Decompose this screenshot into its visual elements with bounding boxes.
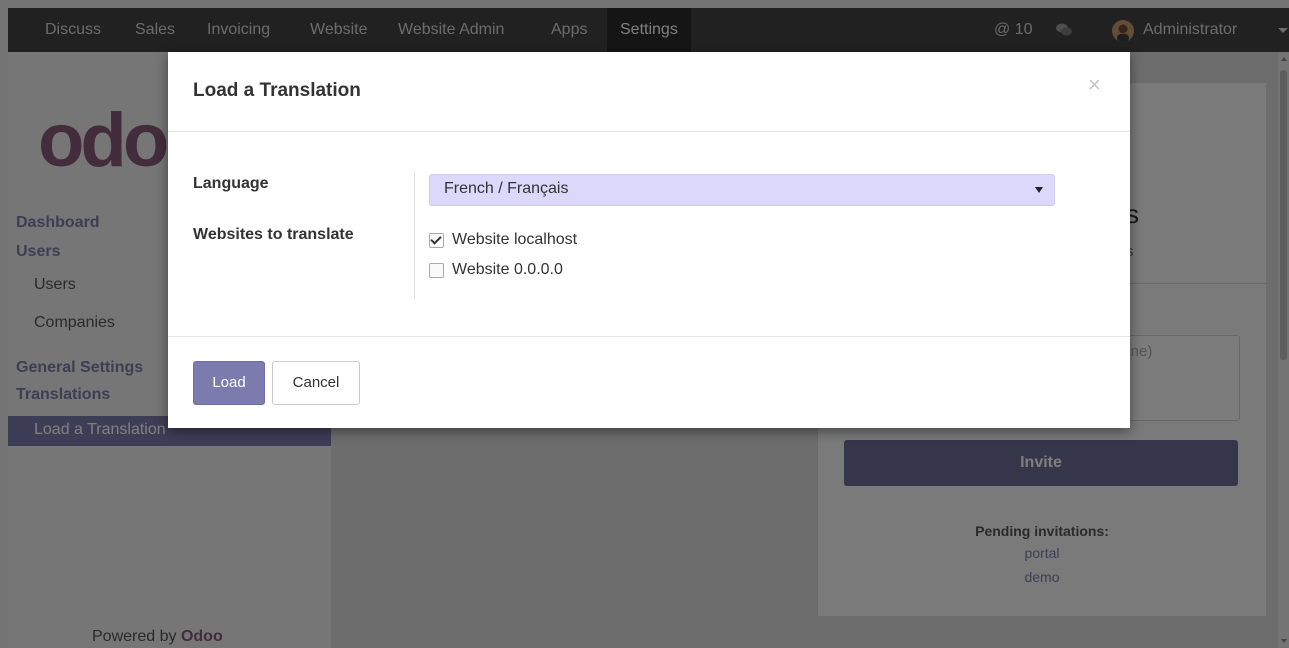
- dialog-footer-divider: [168, 336, 1130, 337]
- language-label: Language: [193, 175, 269, 192]
- dialog-header-divider: [168, 131, 1130, 132]
- dialog-title: Load a Translation: [193, 80, 361, 101]
- language-select-value: French / Français: [444, 180, 569, 197]
- load-translation-dialog: Load a Translation × Language Websites t…: [168, 52, 1130, 428]
- form-divider: [414, 171, 415, 298]
- websites-label: Websites to translate: [193, 226, 354, 243]
- cancel-button[interactable]: Cancel: [272, 361, 360, 405]
- chevron-down-icon: [1035, 187, 1043, 193]
- website-0000-checkbox[interactable]: [429, 263, 444, 278]
- checkmark-icon: [430, 233, 442, 245]
- website-0000-label[interactable]: Website 0.0.0.0: [452, 259, 563, 281]
- app-window: Discuss Sales Invoicing Website Website …: [0, 0, 1289, 648]
- website-localhost-checkbox[interactable]: [429, 233, 444, 248]
- load-button[interactable]: Load: [193, 361, 265, 405]
- website-localhost-label[interactable]: Website localhost: [452, 229, 577, 251]
- language-select[interactable]: French / Français: [429, 174, 1055, 206]
- close-icon[interactable]: ×: [1088, 74, 1101, 96]
